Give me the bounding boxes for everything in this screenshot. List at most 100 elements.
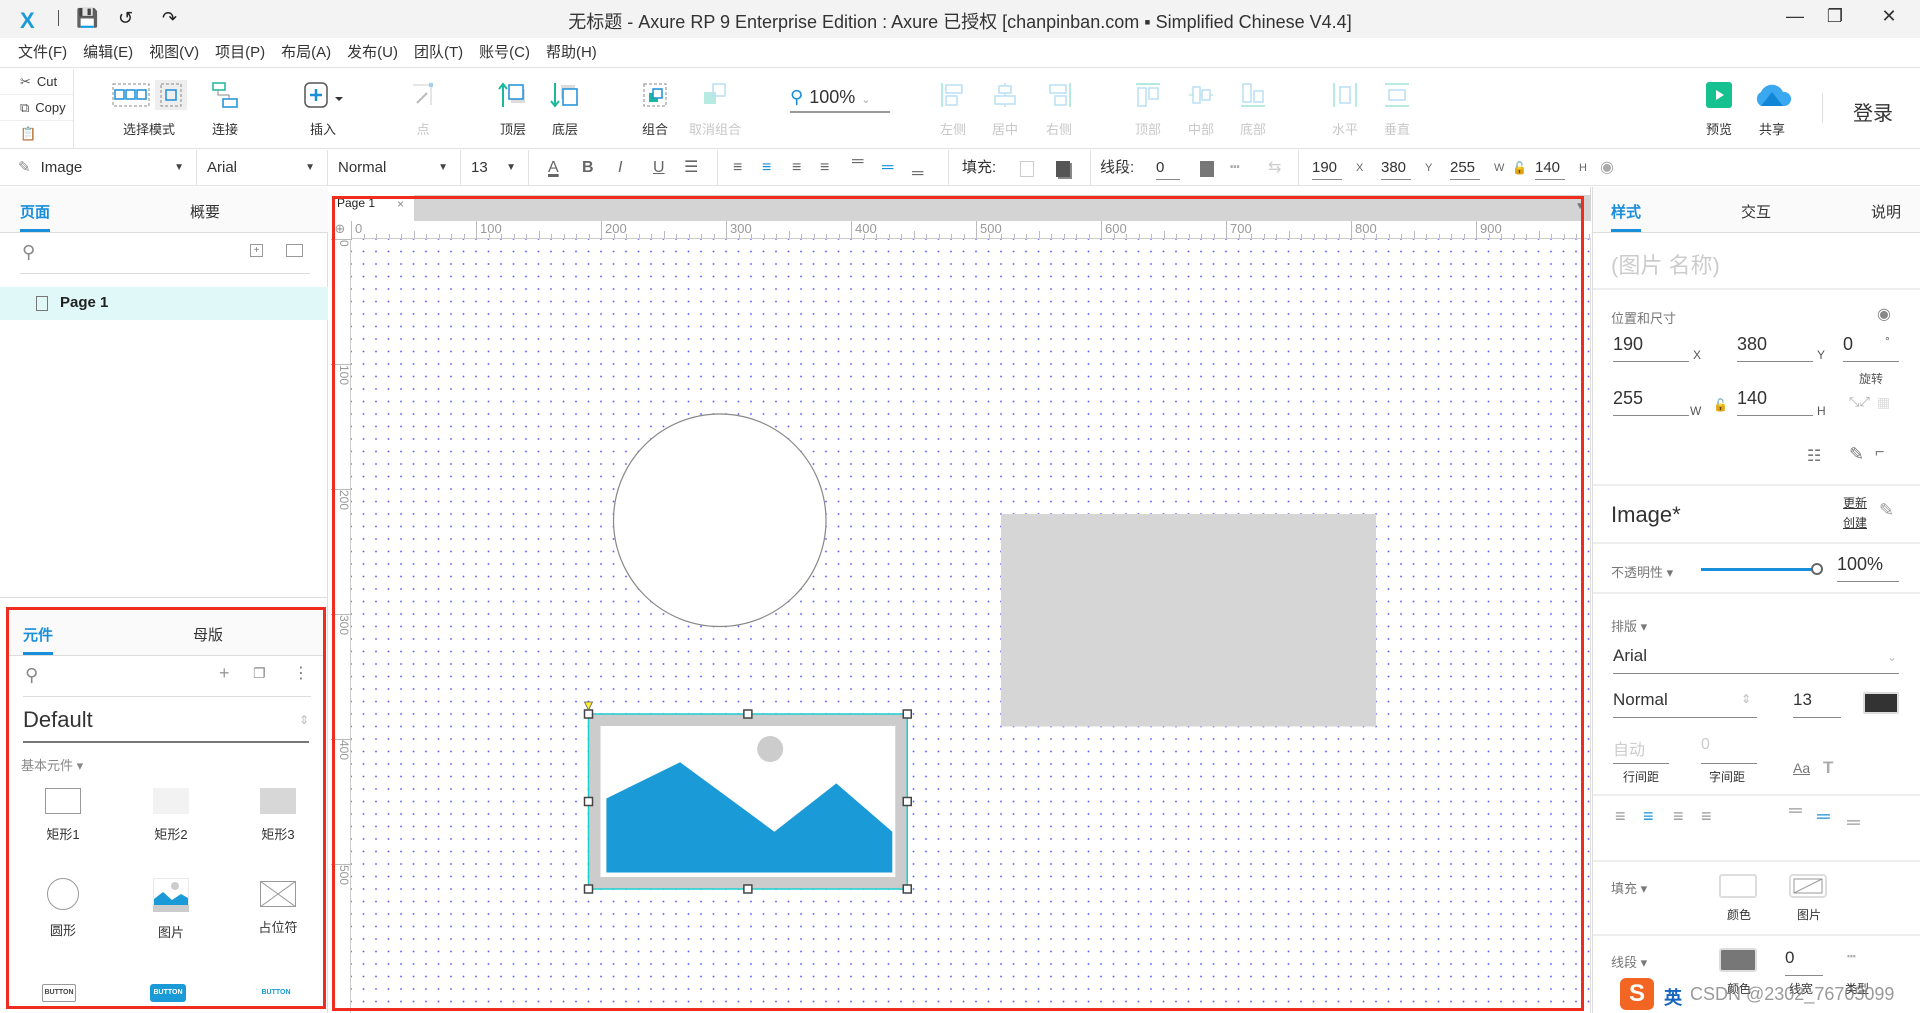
canvas-circle[interactable] <box>612 413 827 628</box>
width-input[interactable]: 255 <box>1613 388 1689 416</box>
font-color-swatch[interactable] <box>1863 692 1899 714</box>
menu-view[interactable]: 视图(V) <box>141 38 207 68</box>
letter-spacing-input[interactable]: 0 <box>1701 736 1757 764</box>
bullet-list-icon[interactable]: ☰ <box>684 150 698 186</box>
widget-primary-button[interactable]: BUTTON <box>150 984 186 1002</box>
height-input[interactable]: 140 <box>1737 388 1813 416</box>
add-page-icon[interactable]: + <box>250 244 263 257</box>
stroke-color-swatch[interactable] <box>1719 948 1757 972</box>
canvas-image-widget[interactable] <box>583 701 912 894</box>
add-library-icon[interactable]: + <box>219 663 230 684</box>
library-select[interactable]: Default ⇕ <box>23 707 309 743</box>
resize-handle[interactable] <box>743 709 753 719</box>
close-tab-icon[interactable]: × <box>397 197 404 211</box>
edit-pen-icon[interactable]: ✎ <box>1849 444 1864 465</box>
style-select[interactable]: ✎ Image ▼ <box>0 150 197 186</box>
tab-outline[interactable]: 概要 <box>190 201 220 222</box>
fit-to-content-icon[interactable]: ⤡⤢ <box>1849 394 1870 410</box>
widget-circle[interactable]: 圆形 <box>23 878 103 939</box>
tab-pages[interactable]: 页面 <box>20 201 51 232</box>
search-icon[interactable]: ⚲ <box>25 665 38 686</box>
category-label[interactable]: 基本元件 ▾ <box>21 755 83 774</box>
y-input[interactable]: 380 <box>1737 334 1813 362</box>
sogou-logo-icon[interactable]: S <box>1620 978 1654 1010</box>
point-button[interactable]: 点 <box>388 79 458 138</box>
paste-button[interactable]: 📋Paste <box>0 121 73 167</box>
library-stack-icon[interactable]: ❐ <box>253 665 266 682</box>
connect-button[interactable]: 连接 <box>190 79 260 138</box>
align-right-button[interactable]: 右侧 <box>1024 79 1094 138</box>
canvas-rectangle[interactable] <box>1001 514 1376 727</box>
align-right-icon[interactable]: ≡ <box>1673 806 1686 827</box>
font-weight-select[interactable]: Normal ▼ <box>328 150 461 186</box>
eye-icon[interactable]: ◉ <box>1877 304 1891 324</box>
tab-interactions[interactable]: 交互 <box>1741 201 1771 222</box>
ungroup-button[interactable]: 取消组合 <box>680 79 750 138</box>
tab-notes[interactable]: 说明 <box>1871 201 1901 222</box>
opacity-slider-knob[interactable] <box>1811 563 1823 575</box>
update-style-link[interactable]: 更新 <box>1843 494 1867 511</box>
w-input[interactable]: 255 <box>1450 158 1480 180</box>
menu-file[interactable]: 文件(F) <box>10 38 75 68</box>
cut-button[interactable]: ✂ Cut <box>0 69 73 95</box>
stroke-pattern-icon[interactable]: ┅ <box>1230 150 1240 186</box>
align-justify-icon[interactable]: ≡ <box>1701 806 1714 827</box>
fill-color-swatch[interactable] <box>1719 874 1757 898</box>
fill-label[interactable]: 填充 ▾ <box>1611 878 1647 897</box>
stroke-pattern-icon[interactable]: ┅ <box>1847 948 1855 965</box>
style-edit-icon[interactable]: ✎ <box>1879 500 1894 521</box>
menu-edit[interactable]: 编辑(E) <box>75 38 141 68</box>
font-family-select[interactable]: Arial ⌄ <box>1613 646 1899 674</box>
opacity-input[interactable]: 100% <box>1837 554 1899 582</box>
resize-handle[interactable] <box>583 796 594 807</box>
widget-rect1[interactable]: 矩形1 <box>23 788 103 843</box>
lock-icon[interactable]: 🔓 <box>1713 398 1728 412</box>
resize-handle[interactable] <box>743 884 753 894</box>
distribute-vertical-button[interactable]: 垂直 <box>1362 79 1432 138</box>
x-input[interactable]: 190 <box>1613 334 1689 362</box>
add-folder-icon[interactable] <box>286 244 303 257</box>
arrow-style-icon[interactable]: ⇆ <box>1268 150 1281 186</box>
widget-link-button[interactable]: BUTTON <box>258 984 294 1002</box>
lock-aspect-icon[interactable]: 🔓 <box>1512 150 1527 186</box>
insert-button[interactable]: 插入 <box>288 79 358 138</box>
zoom-select[interactable]: ⚲ 100% ⌄ <box>790 87 890 113</box>
send-to-back-button[interactable]: 底层 <box>530 79 600 138</box>
login-button[interactable]: 登录 <box>1853 97 1893 126</box>
line-spacing-input[interactable]: 自动 <box>1613 736 1669 764</box>
y-input[interactable]: 380 <box>1381 158 1411 180</box>
resize-handle[interactable] <box>583 884 594 894</box>
resize-handle[interactable] <box>902 796 912 807</box>
menu-project[interactable]: 项目(P) <box>207 38 273 68</box>
create-style-link[interactable]: 创建 <box>1843 514 1867 531</box>
copy-button[interactable]: ⧉ Copy <box>0 95 73 121</box>
valign-bottom-icon[interactable]: ═ <box>1847 812 1862 833</box>
tab-menu-icon[interactable]: ▼ <box>1575 201 1585 212</box>
stroke-width-input[interactable]: 0 <box>1785 948 1823 976</box>
widget-rect3[interactable]: 矩形3 <box>238 788 318 843</box>
text-shadow-icon[interactable]: T <box>1823 758 1833 778</box>
font-select[interactable]: Arial ▼ <box>197 150 328 186</box>
widget-image[interactable]: 图片 <box>131 878 211 941</box>
share-button[interactable]: 共享 <box>1737 79 1807 138</box>
more-options-icon[interactable]: ⋮ <box>293 663 309 683</box>
widget-rect2[interactable]: 矩形2 <box>131 788 211 843</box>
underline-icon[interactable]: U <box>653 150 665 186</box>
crop-icon[interactable]: ⌐ <box>1875 444 1884 462</box>
align-left-icon[interactable]: ≡ <box>1615 806 1628 827</box>
close-button[interactable]: ✕ <box>1866 6 1912 32</box>
x-input[interactable]: 190 <box>1312 158 1342 180</box>
stroke-label[interactable]: 线段 ▾ <box>1611 952 1647 971</box>
widget-placeholder[interactable]: 占位符 <box>238 878 318 936</box>
grid-cells-icon[interactable]: ▦ <box>1877 394 1890 411</box>
italic-icon[interactable]: I <box>618 150 622 186</box>
search-icon[interactable]: ⚲ <box>22 242 35 263</box>
ruler-origin-icon[interactable]: ⊕ <box>329 221 351 239</box>
valign-top-icon[interactable]: ═ <box>1789 800 1804 821</box>
text-align-right-icon[interactable]: ≡ <box>792 150 801 186</box>
select-mode-button[interactable]: 选择模式 <box>104 79 194 138</box>
valign-middle-icon[interactable]: ═ <box>1817 806 1832 827</box>
text-align-center-icon[interactable]: ≡ <box>762 150 771 186</box>
widget-name-input[interactable]: (图片 名称) <box>1611 248 1720 280</box>
text-case-icon[interactable]: Aa <box>1793 760 1810 776</box>
